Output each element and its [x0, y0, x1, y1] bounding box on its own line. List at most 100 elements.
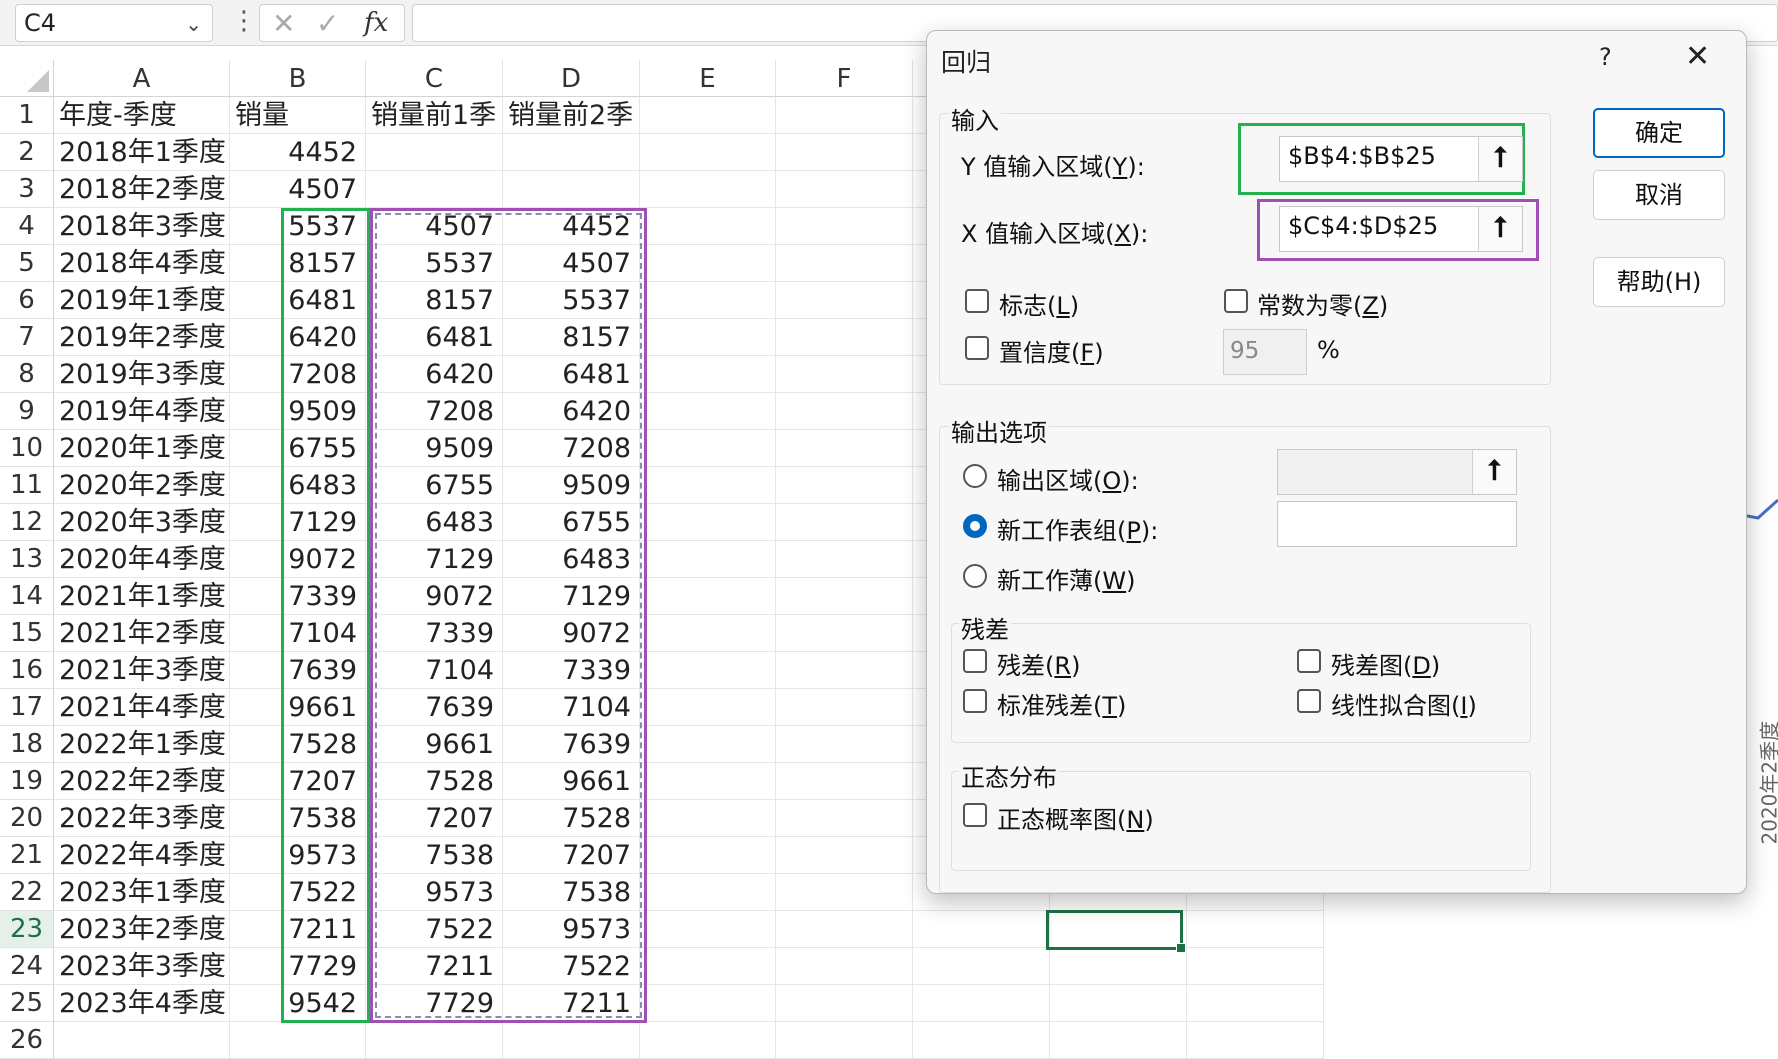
cell[interactable]: 销量前1季 — [366, 97, 503, 134]
cell[interactable]: 2021年4季度 — [54, 689, 230, 726]
cell[interactable]: 2018年3季度 — [54, 208, 230, 245]
new-sheet-radio[interactable] — [963, 514, 987, 538]
x-range-collapse-button[interactable]: ⭡ — [1478, 207, 1522, 251]
cell[interactable] — [640, 578, 776, 615]
normal-probability-checkbox[interactable] — [963, 803, 987, 827]
cell[interactable] — [776, 689, 913, 726]
column-header[interactable]: F — [776, 60, 913, 97]
cell[interactable]: 2018年1季度 — [54, 134, 230, 171]
cell[interactable]: 2018年4季度 — [54, 245, 230, 282]
cell[interactable]: 2022年2季度 — [54, 763, 230, 800]
cell[interactable] — [913, 1022, 1050, 1059]
cell[interactable] — [640, 356, 776, 393]
cell[interactable] — [776, 874, 913, 911]
cell[interactable] — [1050, 985, 1187, 1022]
cell[interactable] — [640, 319, 776, 356]
cell[interactable]: 2020年1季度 — [54, 430, 230, 467]
cell[interactable] — [776, 800, 913, 837]
cell[interactable] — [913, 985, 1050, 1022]
y-range-input[interactable]: $B$4:$B$25 ⭡ — [1279, 136, 1523, 182]
cell[interactable]: 2021年2季度 — [54, 615, 230, 652]
row-header[interactable]: 6 — [0, 282, 54, 319]
select-all-corner[interactable] — [0, 60, 54, 97]
cell[interactable] — [776, 97, 913, 134]
labels-checkbox[interactable] — [965, 289, 989, 313]
close-icon[interactable]: ✕ — [1685, 39, 1710, 74]
more-icon[interactable]: ⋮ — [231, 6, 257, 36]
cell[interactable] — [776, 541, 913, 578]
cell[interactable] — [366, 171, 503, 208]
cell[interactable] — [640, 800, 776, 837]
cell[interactable] — [1050, 948, 1187, 985]
standard-residuals-checkbox[interactable] — [963, 689, 987, 713]
cell[interactable]: 2020年4季度 — [54, 541, 230, 578]
row-header[interactable]: 14 — [0, 578, 54, 615]
cell[interactable] — [640, 874, 776, 911]
column-header[interactable]: E — [640, 60, 776, 97]
cell[interactable]: 2021年3季度 — [54, 652, 230, 689]
cell[interactable] — [54, 1022, 230, 1059]
cell[interactable]: 4452 — [230, 134, 366, 171]
column-header[interactable]: B — [230, 60, 366, 97]
cell[interactable]: 2023年3季度 — [54, 948, 230, 985]
cell[interactable] — [640, 985, 776, 1022]
row-header[interactable]: 15 — [0, 615, 54, 652]
cell[interactable] — [776, 245, 913, 282]
constant-zero-checkbox[interactable] — [1224, 289, 1248, 313]
cell[interactable] — [1187, 985, 1324, 1022]
cell[interactable]: 4507 — [230, 171, 366, 208]
cancel-button[interactable]: 取消 — [1593, 170, 1725, 220]
new-sheet-name-input[interactable] — [1277, 501, 1517, 547]
line-fit-plots-checkbox[interactable] — [1297, 689, 1321, 713]
row-header[interactable]: 7 — [0, 319, 54, 356]
cell[interactable] — [1187, 911, 1324, 948]
insert-function-icon[interactable]: fx — [364, 8, 388, 38]
cell[interactable] — [640, 541, 776, 578]
cell[interactable] — [366, 134, 503, 171]
cell[interactable] — [640, 97, 776, 134]
cell[interactable] — [776, 134, 913, 171]
cell[interactable] — [1187, 948, 1324, 985]
cell[interactable] — [640, 467, 776, 504]
cell[interactable] — [640, 134, 776, 171]
cell[interactable] — [640, 615, 776, 652]
cell[interactable] — [776, 578, 913, 615]
row-header[interactable]: 13 — [0, 541, 54, 578]
column-header[interactable]: C — [366, 60, 503, 97]
cell[interactable] — [640, 393, 776, 430]
row-header[interactable]: 4 — [0, 208, 54, 245]
output-range-input[interactable]: ⭡ — [1277, 449, 1517, 495]
row-header[interactable]: 16 — [0, 652, 54, 689]
cell[interactable]: 2020年2季度 — [54, 467, 230, 504]
cell[interactable] — [776, 319, 913, 356]
row-header[interactable]: 10 — [0, 430, 54, 467]
row-header[interactable]: 9 — [0, 393, 54, 430]
cell[interactable] — [776, 430, 913, 467]
help-button[interactable]: 帮助(H) — [1593, 257, 1725, 307]
cell[interactable] — [640, 282, 776, 319]
cell[interactable] — [776, 985, 913, 1022]
cell[interactable] — [776, 763, 913, 800]
row-header[interactable]: 1 — [0, 97, 54, 134]
cell[interactable]: 2019年1季度 — [54, 282, 230, 319]
cell[interactable] — [776, 911, 913, 948]
cell[interactable] — [640, 430, 776, 467]
cell[interactable] — [640, 245, 776, 282]
cell[interactable] — [640, 1022, 776, 1059]
cell[interactable] — [776, 652, 913, 689]
cell[interactable]: 2020年3季度 — [54, 504, 230, 541]
row-header[interactable]: 11 — [0, 467, 54, 504]
cell[interactable] — [776, 726, 913, 763]
enter-icon[interactable]: ✓ — [316, 7, 339, 40]
cell[interactable] — [776, 948, 913, 985]
cell[interactable] — [776, 282, 913, 319]
cell[interactable]: 年度-季度 — [54, 97, 230, 134]
cell[interactable]: 2019年3季度 — [54, 356, 230, 393]
cell[interactable] — [776, 356, 913, 393]
cell[interactable] — [913, 948, 1050, 985]
cell[interactable] — [640, 171, 776, 208]
row-header[interactable]: 19 — [0, 763, 54, 800]
row-header[interactable]: 12 — [0, 504, 54, 541]
row-header[interactable]: 3 — [0, 171, 54, 208]
cell[interactable] — [230, 1022, 366, 1059]
